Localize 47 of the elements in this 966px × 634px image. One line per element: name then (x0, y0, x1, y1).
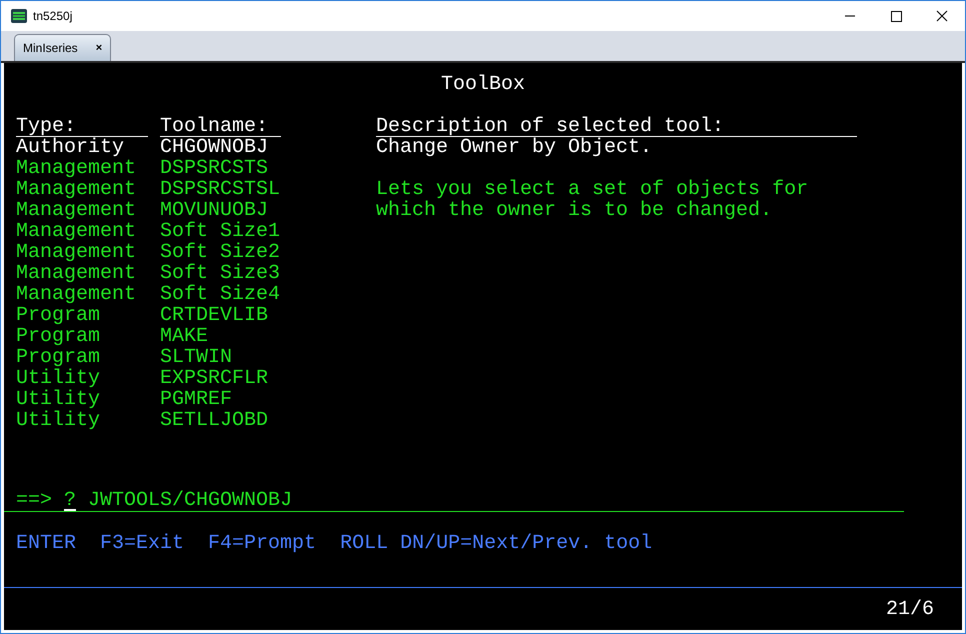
function-key-hint: ROLL DN/UP=Next/Prev. tool (340, 533, 652, 554)
description-text: which the owner is to be changed. (376, 200, 774, 221)
tab[interactable]: MinIseries × (14, 34, 112, 61)
tool-name[interactable]: SLTWIN (160, 347, 232, 368)
screen-title: ToolBox (440, 74, 525, 98)
tool-name[interactable]: SETLLJOBD (160, 410, 268, 431)
function-key-hint: F4=Prompt (208, 533, 316, 554)
tool-type[interactable]: Authority (16, 137, 160, 158)
tool-type[interactable]: Utility (16, 410, 160, 431)
tool-name[interactable]: MOVUNUOBJ (160, 200, 268, 221)
command-prompt: ==> (16, 490, 52, 511)
command-field[interactable]: JWTOOLS/CHGOWNOBJ (88, 490, 292, 511)
tool-type[interactable]: Management (16, 179, 160, 200)
function-key-hint: F3=Exit (100, 533, 184, 554)
tool-type[interactable]: Management (16, 221, 160, 242)
tool-type[interactable]: Program (16, 326, 160, 347)
tool-type[interactable]: Utility (16, 389, 160, 410)
app-icon (11, 9, 27, 23)
tool-type[interactable]: Management (16, 284, 160, 305)
function-key-hint: ENTER (16, 533, 76, 554)
tool-type[interactable]: Management (16, 158, 160, 179)
column-header: Toolname: (160, 116, 281, 137)
tool-name[interactable]: CHGOWNOBJ (160, 137, 268, 158)
tool-type[interactable]: Management (16, 200, 160, 221)
tool-name[interactable]: Soft Size3 (160, 263, 280, 284)
tool-name[interactable]: DSPSRCSTSL (160, 179, 280, 200)
tool-name[interactable]: Soft Size4 (160, 284, 280, 305)
column-header: Type: (16, 116, 148, 137)
tool-type[interactable]: Program (16, 305, 160, 326)
description-title: Change Owner by Object. (376, 137, 654, 158)
tool-type[interactable]: Utility (16, 368, 160, 389)
tool-type[interactable]: Management (16, 242, 160, 263)
tool-name[interactable]: Soft Size2 (160, 242, 280, 263)
column-header: Description of selected tool: (376, 116, 857, 137)
tool-name[interactable]: Soft Size1 (160, 221, 280, 242)
tool-type[interactable]: Management (16, 263, 160, 284)
cursor-text: ? (64, 490, 76, 511)
tool-name[interactable]: PGMREF (160, 389, 232, 410)
cursor-position: 21/6 (886, 598, 934, 620)
tool-name[interactable]: EXPSRCFLR (160, 368, 268, 389)
description-text: Lets you select a set of objects for (376, 179, 808, 200)
tab-close-button[interactable]: × (96, 40, 102, 56)
tool-name[interactable]: MAKE (160, 326, 208, 347)
tool-name[interactable]: CRTDEVLIB (160, 305, 268, 326)
tool-type[interactable]: Program (16, 347, 160, 368)
window-title: tn5250j (33, 8, 72, 25)
tool-name[interactable]: DSPSRCSTS (160, 158, 268, 179)
